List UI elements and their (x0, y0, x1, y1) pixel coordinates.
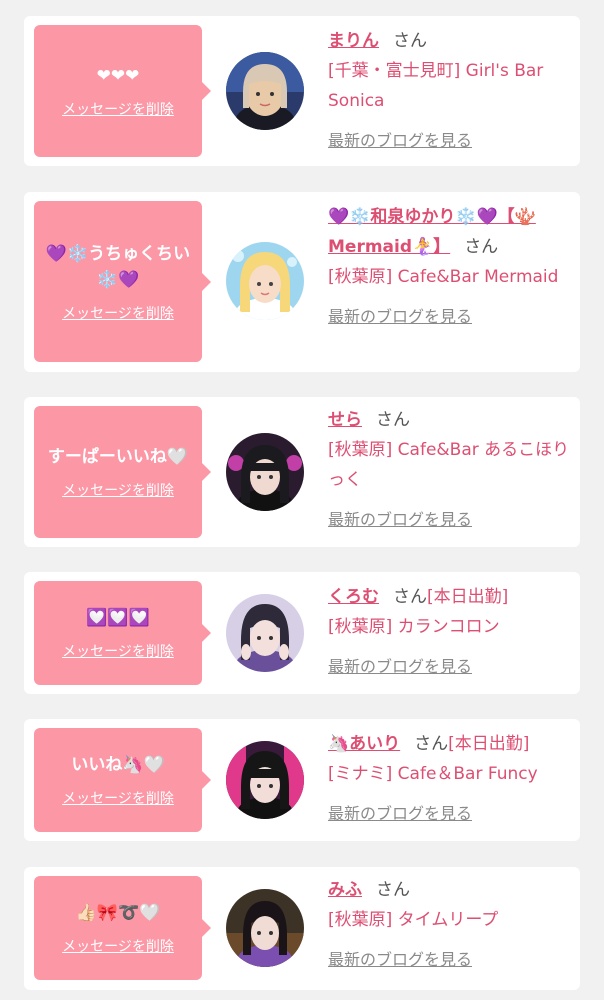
list-item: 💜❄️うちゅくちい❄️💜 メッセージを削除 💜❄️和泉ゆかり❄️💜【🪸Merma… (24, 192, 580, 372)
cast-name-link[interactable]: まりん (328, 31, 379, 51)
list-item: 💟💟💟 メッセージを削除 くろむ さん[本日出勤] [秋葉原] カランコロン 最新… (24, 572, 580, 694)
cast-name-link[interactable]: 🦄あいり (328, 734, 400, 754)
status-tag: [本日出勤] (448, 734, 530, 754)
blog-link[interactable]: 最新のブログを見る (328, 945, 472, 975)
blog-link[interactable]: 最新のブログを見る (328, 505, 472, 535)
honorific: さん (414, 734, 449, 754)
shop-name: [ミナミ] Cafe＆Bar Funcy (328, 764, 538, 784)
cast-name-link[interactable]: くろむ (328, 587, 379, 607)
blog-link[interactable]: 最新のブログを見る (328, 302, 472, 332)
avatar[interactable] (226, 433, 304, 511)
shop-name: [千葉・富士見町] Girl's Bar Sonica (328, 61, 544, 111)
message-bubble: 💟💟💟 メッセージを削除 (34, 581, 211, 685)
list-item: ❤❤❤ メッセージを削除 まりん さん [千葉・富士見町] Girl's Bar … (24, 16, 580, 166)
message-text: いいね🦄🤍 (71, 755, 165, 775)
cast-info: みふ さん [秋葉原] タイムリープ 最新のブログを見る (328, 875, 574, 975)
cast-name-link[interactable]: せら (328, 410, 362, 430)
shop-name: [秋葉原] タイムリープ (328, 910, 499, 930)
honorific: さん (376, 410, 410, 430)
honorific: さん (464, 237, 499, 257)
cast-name-link[interactable]: みふ (328, 880, 362, 900)
honorific: さん (376, 880, 410, 900)
honorific: さん (393, 587, 427, 607)
message-text: 👍🏻🎀➰🤍 (75, 903, 161, 923)
delete-message-link[interactable]: メッセージを削除 (62, 788, 174, 808)
message-bubble: 👍🏻🎀➰🤍 メッセージを削除 (34, 876, 211, 980)
cast-name-link[interactable]: 💜❄️和泉ゆかり❄️💜【🪸Mermaid🧜‍♀️】 (328, 207, 536, 257)
avatar[interactable] (226, 52, 304, 130)
message-text: 💟💟💟 (86, 608, 150, 628)
message-text: ❤❤❤ (96, 66, 140, 86)
avatar[interactable] (226, 594, 304, 672)
avatar[interactable] (226, 741, 304, 819)
delete-message-link[interactable]: メッセージを削除 (62, 480, 174, 500)
blog-link[interactable]: 最新のブログを見る (328, 126, 472, 156)
message-text: すーぱーいいね🤍 (47, 447, 189, 467)
cast-info: 💜❄️和泉ゆかり❄️💜【🪸Mermaid🧜‍♀️】 さん [秋葉原] Cafe&B… (328, 202, 574, 332)
delete-message-link[interactable]: メッセージを削除 (62, 641, 174, 661)
delete-message-link[interactable]: メッセージを削除 (62, 936, 174, 956)
message-bubble: すーぱーいいね🤍 メッセージを削除 (34, 406, 211, 538)
message-text: 💜❄️うちゅくちい❄️💜 (45, 243, 191, 290)
delete-message-link[interactable]: メッセージを削除 (62, 303, 174, 323)
avatar[interactable] (226, 889, 304, 967)
message-list: ❤❤❤ メッセージを削除 まりん さん [千葉・富士見町] Girl's Bar … (0, 0, 604, 1000)
cast-info: くろむ さん[本日出勤] [秋葉原] カランコロン 最新のブログを見る (328, 582, 574, 682)
shop-name: [秋葉原] カランコロン (328, 617, 500, 637)
shop-name: [秋葉原] Cafe&Bar Mermaid (328, 267, 559, 287)
list-item: いいね🦄🤍 メッセージを削除 🦄あいり さん[本日出勤] [ミナミ] Cafe＆B… (24, 719, 580, 841)
message-bubble: ❤❤❤ メッセージを削除 (34, 25, 211, 157)
list-item: 👍🏻🎀➰🤍 メッセージを削除 みふ さん [秋葉原] タイムリープ 最新のブログを… (24, 867, 580, 990)
honorific: さん (393, 31, 427, 51)
cast-info: まりん さん [千葉・富士見町] Girl's Bar Sonica 最新のブログ… (328, 26, 574, 156)
shop-name: [秋葉原] Cafe&Bar あるこほりっく (328, 440, 570, 490)
blog-link[interactable]: 最新のブログを見る (328, 799, 472, 829)
status-tag: [本日出勤] (427, 587, 509, 607)
delete-message-link[interactable]: メッセージを削除 (62, 99, 174, 119)
message-bubble: いいね🦄🤍 メッセージを削除 (34, 728, 211, 832)
blog-link[interactable]: 最新のブログを見る (328, 652, 472, 682)
avatar[interactable] (226, 242, 304, 320)
list-item: すーぱーいいね🤍 メッセージを削除 せら さん [秋葉原] Cafe&Bar ある… (24, 397, 580, 547)
cast-info: 🦄あいり さん[本日出勤] [ミナミ] Cafe＆Bar Funcy 最新のブログ… (328, 729, 574, 829)
cast-info: せら さん [秋葉原] Cafe&Bar あるこほりっく 最新のブログを見る (328, 405, 574, 535)
message-bubble: 💜❄️うちゅくちい❄️💜 メッセージを削除 (34, 201, 211, 362)
